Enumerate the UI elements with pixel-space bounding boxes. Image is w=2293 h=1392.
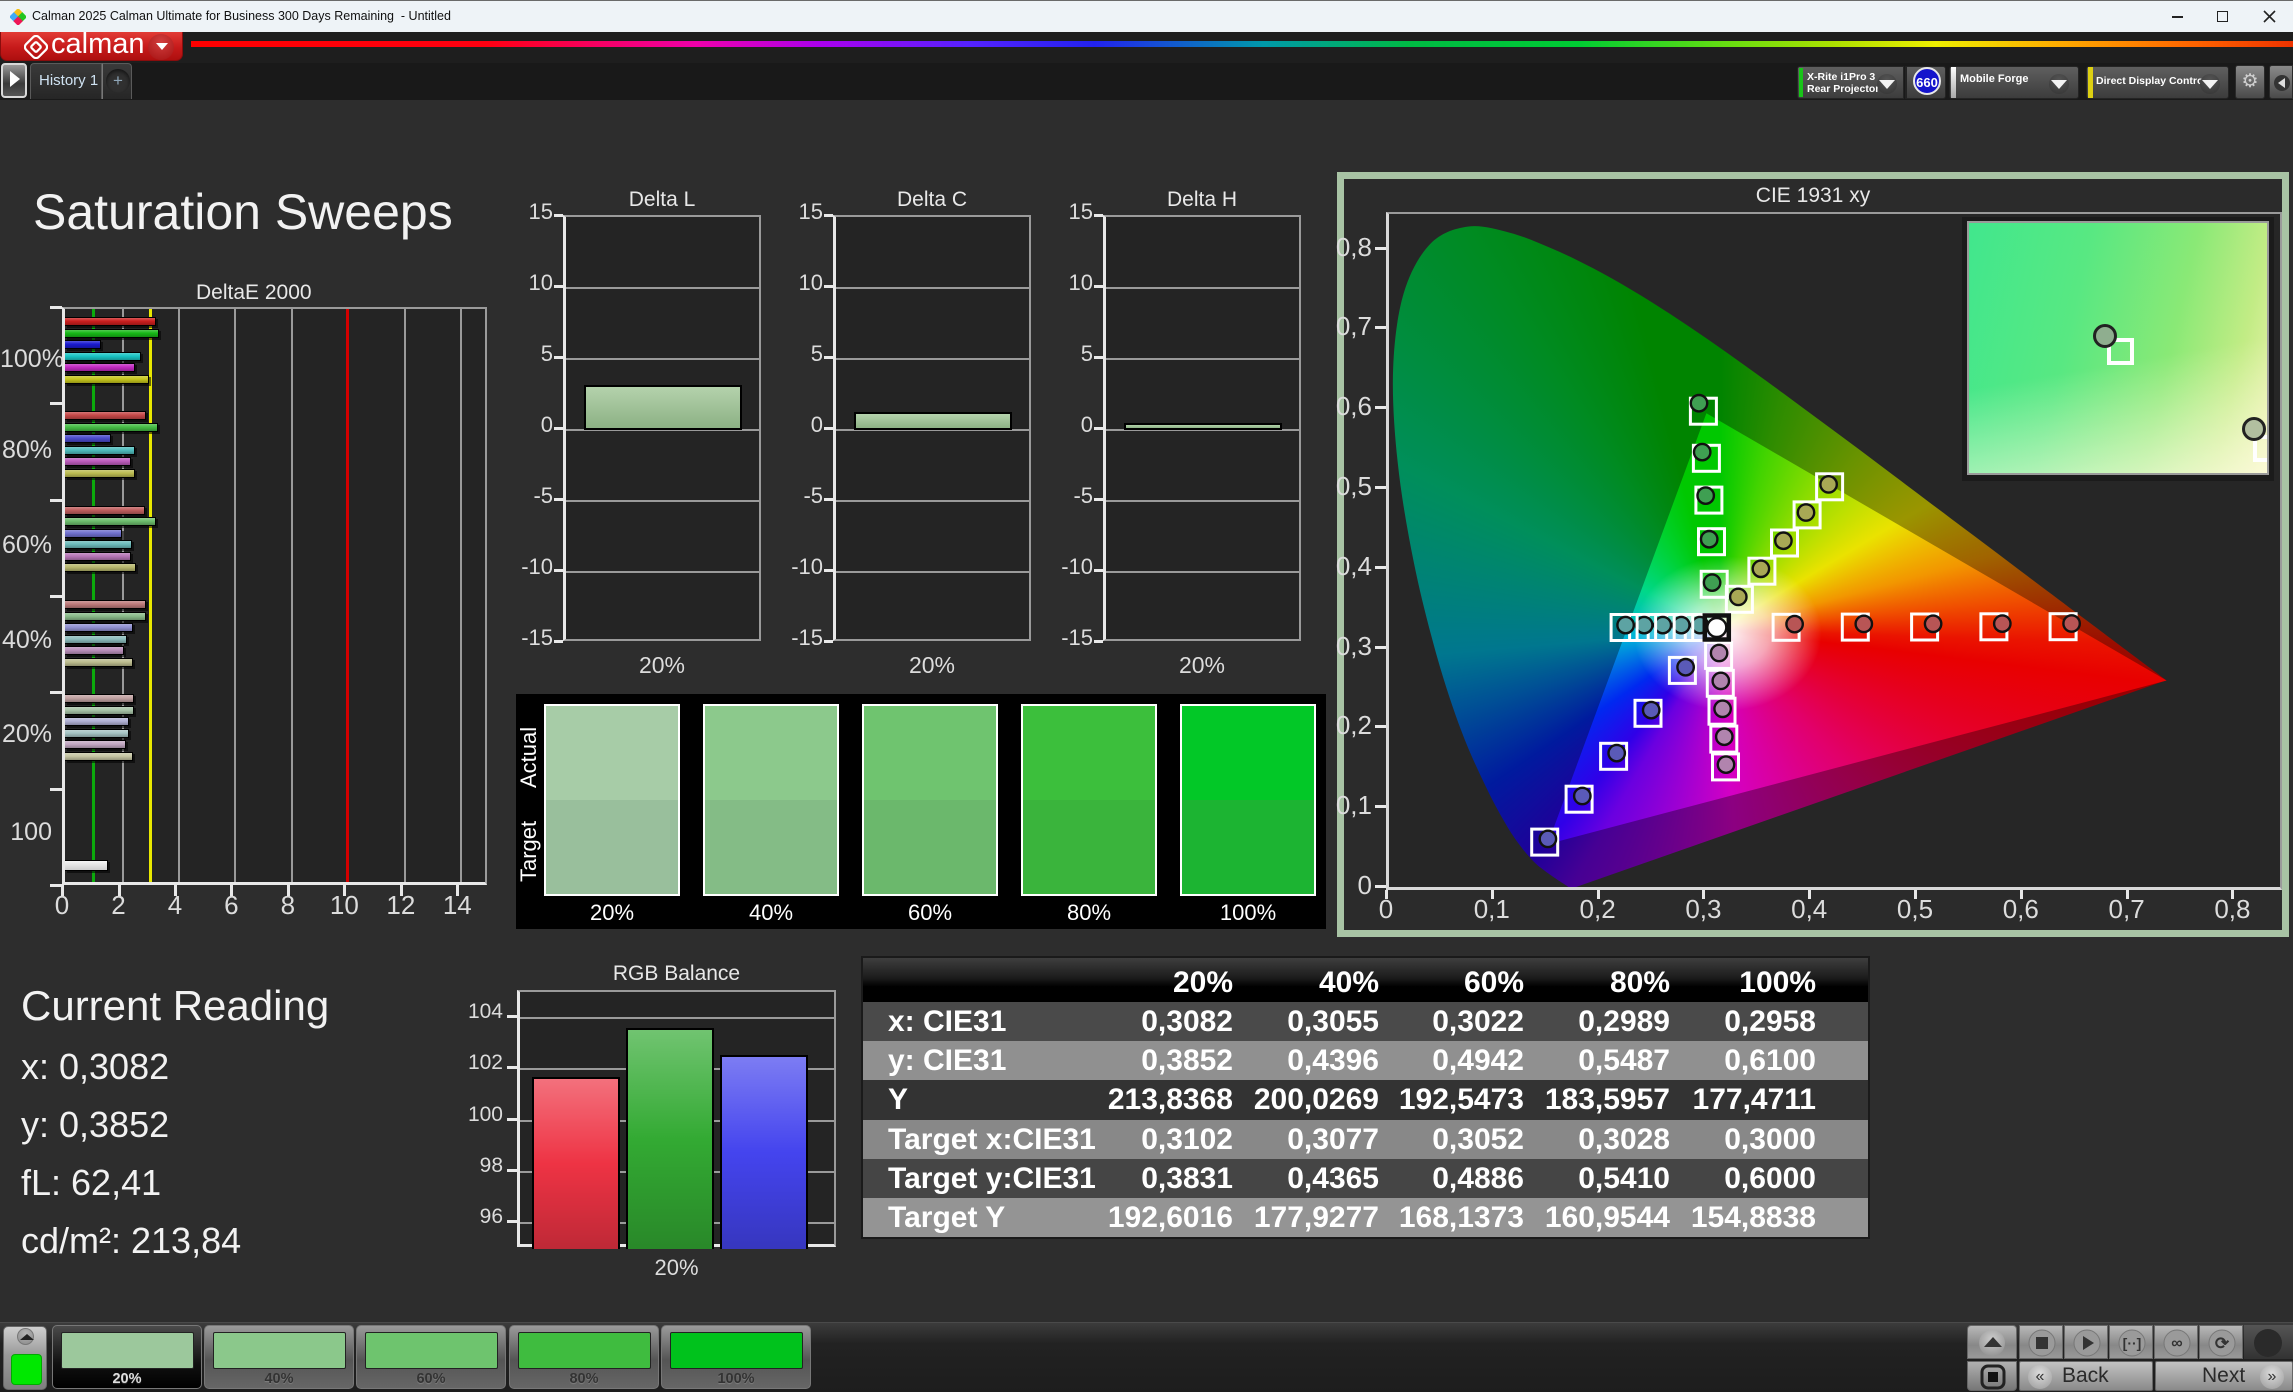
svg-text:∞: ∞ <box>2171 1335 2182 1352</box>
svg-text:⟳: ⟳ <box>2215 1334 2230 1353</box>
svg-text:[··]: [··] <box>2123 1335 2142 1351</box>
